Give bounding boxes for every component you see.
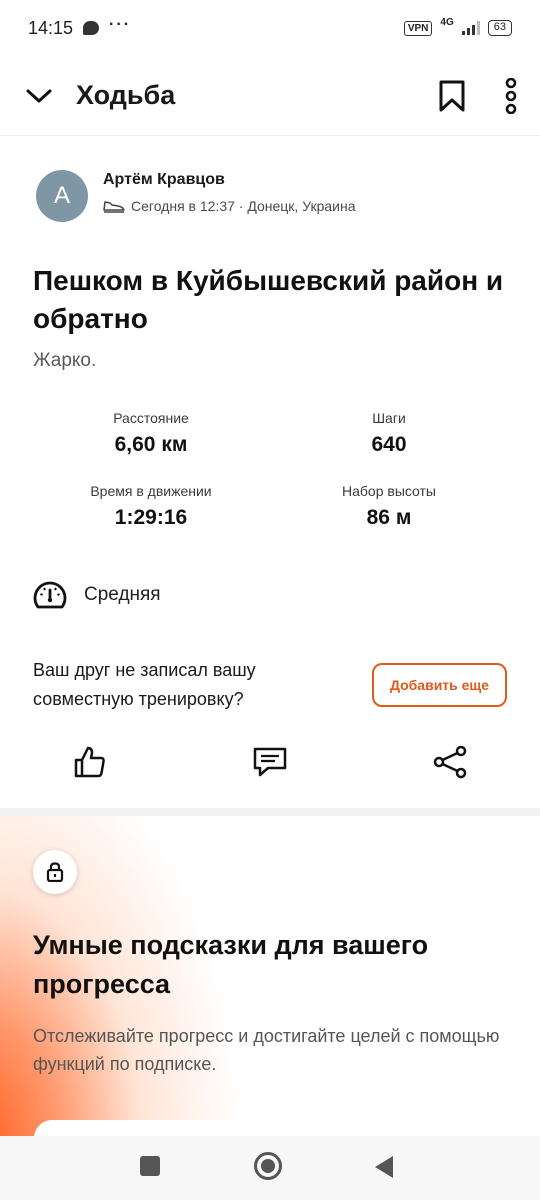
stat-steps: Шаги 640 [289,410,489,457]
more-options-button[interactable] [504,77,518,114]
battery-icon: 63 [487,20,512,36]
bookmark-icon [439,80,465,111]
share-icon [433,745,467,779]
header-actions [438,77,518,114]
author-name[interactable]: Артём Кравцов [103,171,356,189]
promo-title: Умные подсказки для вашего прогресса [33,930,429,999]
speedometer-icon [33,581,67,609]
stat-value: 1:29:16 [114,506,188,529]
activity-title: Пешком в Куйбышевский район и обратно [33,265,504,334]
shoe-icon [103,200,125,213]
stat-label: Расстояние [113,410,189,426]
effort-label: Средняя [84,584,161,605]
activity-meta-text: Сегодня в 12:37 · Донецк, Украина [131,197,356,214]
back-button[interactable] [374,1155,394,1184]
social-actions [0,740,540,784]
system-navigation-bar [0,1136,540,1200]
stat-label: Набор высоты [342,483,436,499]
comment-icon [253,747,287,777]
signal-icon [461,21,480,35]
stat-elevation-gain: Набор высоты 86 м [289,483,489,530]
share-button[interactable] [430,740,470,784]
kudos-button[interactable] [70,740,110,784]
stat-moving-time: Время в движении 1:29:16 [51,483,251,530]
lock-badge [33,850,77,894]
friend-prompt-text: Ваш друг не записал вашу совместную трен… [33,660,256,709]
lock-icon [46,862,64,882]
more-vertical-icon [505,77,517,114]
stat-value: 640 [371,433,407,456]
home-button[interactable] [254,1152,282,1180]
author-info: Артём Кравцов Сегодня в 12:37 · Донецк, … [103,171,356,214]
status-left: 14:15 ··· [28,16,132,39]
thumbs-up-icon [74,746,105,778]
stat-distance: Расстояние 6,60 км [51,410,251,457]
activity-description: Жарко. [33,350,97,371]
stat-value: 6,60 км [114,433,188,456]
chevron-down-icon [26,89,52,102]
stat-label: Шаги [372,410,406,426]
status-right: VPN 4G 63 [403,16,512,36]
home-icon [261,1159,275,1173]
add-more-button[interactable]: Добавить еще [372,663,507,707]
message-notification-icon [83,21,100,35]
author-block: A Артём Кравцов Сегодня в 12:37 · Донецк… [36,170,356,222]
top-app-bar: Ходьба [0,56,540,136]
subscription-promo: Умные подсказки для вашего прогресса Отс… [0,816,540,1150]
status-bar: 14:15 ··· VPN 4G 63 [0,0,540,56]
comment-button[interactable] [250,740,290,784]
recent-apps-button[interactable] [140,1156,160,1176]
section-divider [0,808,540,816]
avatar[interactable]: A [36,170,88,222]
stat-value: 86 м [366,506,412,529]
more-notifications-icon: ··· [109,16,132,33]
bookmark-button[interactable] [438,79,466,113]
perceived-effort: Средняя [32,580,161,610]
promo-text: Отслеживайте прогресс и достигайте целей… [33,1026,500,1074]
network-type: 4G [440,16,454,28]
vpn-badge: VPN [403,20,433,36]
back-triangle-icon [375,1156,393,1178]
status-time: 14:15 [28,17,74,38]
screen: 14:15 ··· VPN 4G 63 Ходьба A Артём Кравц… [0,0,540,1200]
collapse-button[interactable] [22,79,56,113]
page-title: Ходьба [76,80,176,110]
activity-meta: Сегодня в 12:37 · Донецк, Украина [103,198,356,214]
stat-label: Время в движении [90,483,212,499]
